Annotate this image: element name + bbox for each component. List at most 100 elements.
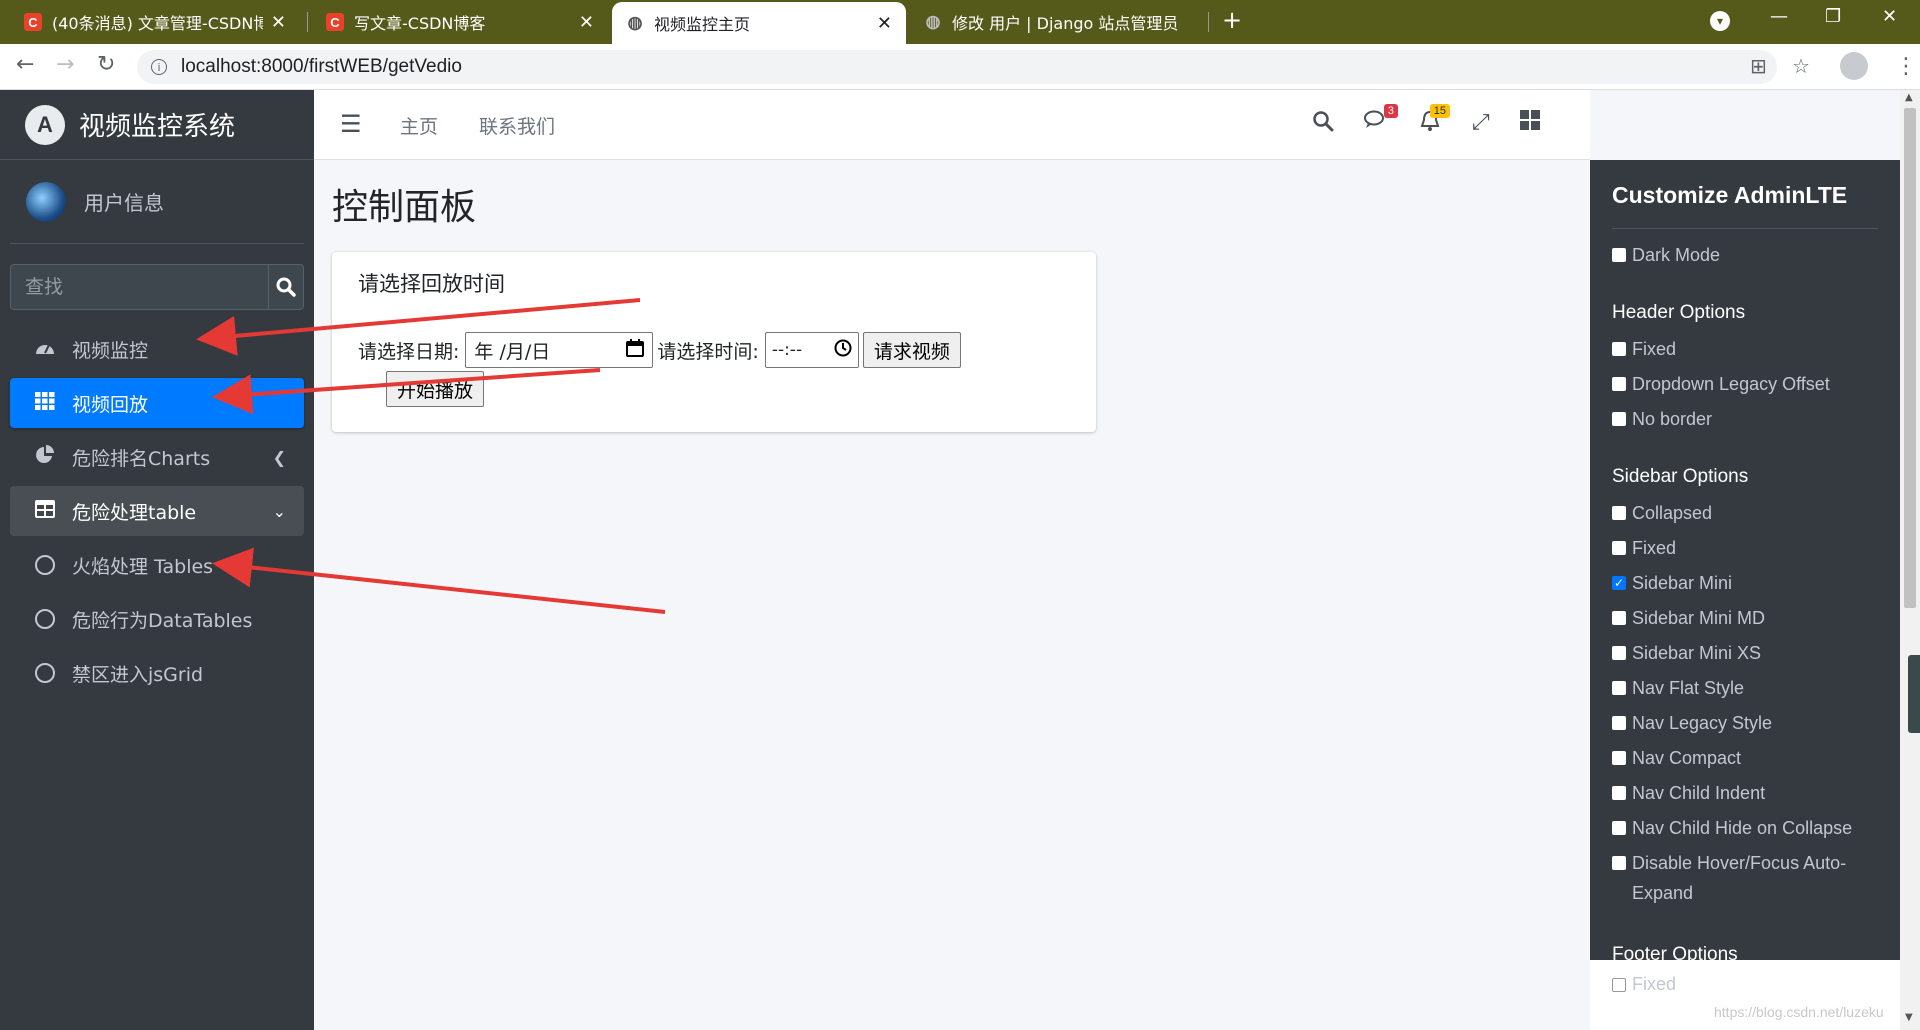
control-sidebar-title: Customize AdminLTE: [1612, 182, 1848, 208]
option-dropdown-legacy[interactable]: Dropdown Legacy Offset: [1612, 369, 1882, 399]
sidebar-item-video-monitor[interactable]: 视频监控: [10, 324, 304, 374]
brand-name: 视频监控系统: [79, 112, 236, 142]
option-sidebar-fixed[interactable]: Fixed: [1612, 533, 1882, 563]
search-input[interactable]: [10, 264, 268, 310]
account-avatar[interactable]: [1840, 52, 1868, 80]
time-input[interactable]: --:--: [764, 332, 859, 368]
checkbox[interactable]: [1612, 506, 1626, 520]
checkbox[interactable]: [1612, 342, 1626, 356]
checkbox[interactable]: [1612, 646, 1626, 660]
control-sidebar-icon[interactable]: [1520, 110, 1540, 136]
menu-toggle-icon[interactable]: ☰: [340, 110, 362, 138]
checkbox[interactable]: [1612, 248, 1626, 262]
checkbox[interactable]: [1612, 856, 1626, 870]
browser-tab[interactable]: C 写文章-CSDN博客 ✕: [312, 0, 608, 44]
sidebar-item-fire-tables[interactable]: 火焰处理 Tables: [10, 540, 304, 590]
checkbox[interactable]: [1612, 716, 1626, 730]
option-nav-legacy[interactable]: Nav Legacy Style: [1612, 708, 1882, 738]
reload-icon[interactable]: ↻: [97, 52, 115, 77]
search-icon[interactable]: [1312, 110, 1334, 138]
sidebar-item-behavior-datatables[interactable]: 危险行为DataTables: [10, 594, 304, 644]
checkbox[interactable]: [1612, 786, 1626, 800]
star-icon[interactable]: ☆: [1792, 54, 1810, 78]
option-nav-child-hide[interactable]: Nav Child Hide on Collapse: [1612, 813, 1882, 843]
adminlte-logo: A: [25, 104, 65, 145]
browser-tab-bar: C (40条消息) 文章管理-CSDN博客 ✕ C 写文章-CSDN博客 ✕ ◍…: [0, 0, 1920, 44]
scroll-down-icon[interactable]: ▼: [1905, 1012, 1913, 1023]
option-no-border[interactable]: No border: [1612, 404, 1882, 434]
sidebar-item-danger-table[interactable]: 危险处理table ⌄: [10, 486, 304, 536]
minimize-icon[interactable]: —: [1770, 6, 1788, 27]
checkbox-checked[interactable]: ✓: [1612, 576, 1626, 590]
translate-icon[interactable]: ⊞: [1750, 54, 1767, 78]
start-play-button[interactable]: 开始播放: [386, 371, 485, 407]
url-field[interactable]: i localhost:8000/firstWEB/getVedio: [137, 50, 1777, 84]
option-footer-fixed[interactable]: Fixed: [1612, 974, 1676, 995]
bell-icon[interactable]: 15: [1420, 104, 1450, 138]
close-icon[interactable]: ✕: [579, 12, 594, 33]
csdn-icon: C: [326, 13, 344, 31]
option-header-fixed[interactable]: Fixed: [1612, 334, 1882, 364]
option-nav-child-indent[interactable]: Nav Child Indent: [1612, 778, 1882, 808]
section-header-options: Header Options: [1612, 302, 1746, 323]
checkbox[interactable]: [1612, 377, 1626, 391]
sidebar-item-restricted-jsgrid[interactable]: 禁区进入jsGrid: [10, 648, 304, 698]
browser-tab-active[interactable]: ◍ 视频监控主页 ✕: [612, 2, 906, 44]
option-collapsed[interactable]: Collapsed: [1612, 498, 1882, 528]
option-dark-mode[interactable]: Dark Mode: [1612, 240, 1882, 270]
globe-icon: ◍: [925, 12, 941, 31]
option-sidebar-mini[interactable]: ✓ Sidebar Mini: [1612, 568, 1882, 598]
calendar-icon[interactable]: [626, 338, 645, 362]
checkbox[interactable]: [1612, 751, 1626, 765]
search-button[interactable]: [268, 264, 304, 310]
date-input[interactable]: 年 /月/日: [465, 332, 654, 368]
tab-title: 修改 用户 | Django 站点管理员: [952, 14, 1179, 33]
scroll-up-icon[interactable]: ▲: [1905, 92, 1913, 103]
user-avatar: [26, 181, 66, 222]
clock-icon[interactable]: [834, 339, 852, 362]
checkbox[interactable]: [1612, 681, 1626, 695]
checkbox[interactable]: [1612, 977, 1626, 992]
close-icon[interactable]: ✕: [877, 13, 892, 34]
option-nav-compact[interactable]: Nav Compact: [1612, 743, 1882, 773]
restore-icon[interactable]: ❐: [1825, 6, 1841, 27]
close-icon[interactable]: ✕: [271, 12, 286, 33]
option-label: Collapsed: [1632, 503, 1713, 523]
page-scrollbar[interactable]: ▲ ▼: [1900, 90, 1920, 1030]
checkbox[interactable]: [1612, 611, 1626, 625]
checkbox[interactable]: [1612, 821, 1626, 835]
sidebar-item-label: 视频监控: [72, 339, 149, 362]
page-title: 控制面板: [332, 187, 477, 228]
new-tab-button[interactable]: +: [1222, 6, 1242, 34]
option-disable-hover[interactable]: Disable Hover/Focus Auto-Expand: [1612, 848, 1882, 908]
checkbox[interactable]: [1612, 412, 1626, 426]
option-label: Dropdown Legacy Offset: [1632, 374, 1830, 394]
browser-tab[interactable]: C (40条消息) 文章管理-CSDN博客 ✕: [10, 0, 300, 44]
option-label: Nav Legacy Style: [1632, 713, 1773, 733]
comments-icon[interactable]: 3: [1364, 104, 1398, 136]
scrollbar-thumb[interactable]: [1904, 108, 1916, 608]
brand-link[interactable]: A 视频监控系统: [0, 90, 314, 160]
checkbox[interactable]: [1612, 541, 1626, 555]
option-nav-flat[interactable]: Nav Flat Style: [1612, 673, 1882, 703]
option-sidebar-mini-xs[interactable]: Sidebar Mini XS: [1612, 638, 1882, 668]
sidebar-item-video-playback[interactable]: 视频回放: [10, 378, 304, 428]
request-video-button[interactable]: 请求视频: [862, 332, 961, 368]
nav-link-home[interactable]: 主页: [400, 112, 438, 139]
chevron-left-icon: ❮: [272, 447, 286, 467]
circle-icon: [35, 609, 55, 629]
sidebar-item-label: 禁区进入jsGrid: [72, 663, 204, 686]
user-panel[interactable]: 用户信息: [10, 160, 304, 244]
window-close-icon[interactable]: ✕: [1882, 6, 1897, 27]
option-sidebar-mini-md[interactable]: Sidebar Mini MD: [1612, 603, 1882, 633]
browser-tab[interactable]: ◍ 修改 用户 | Django 站点管理员: [910, 0, 1210, 44]
sidebar-item-label: 火焰处理 Tables: [72, 555, 214, 578]
menu-kebab-icon[interactable]: ⋮: [1895, 54, 1917, 79]
fullscreen-icon[interactable]: ⤢: [1472, 110, 1490, 135]
tab-search-icon[interactable]: ▾: [1710, 11, 1730, 31]
forward-icon[interactable]: →: [56, 52, 74, 77]
nav-link-contact[interactable]: 联系我们: [479, 112, 555, 139]
info-icon[interactable]: i: [151, 59, 167, 75]
back-icon[interactable]: ←: [16, 52, 34, 77]
sidebar-item-charts[interactable]: 危险排名Charts ❮: [10, 432, 304, 482]
